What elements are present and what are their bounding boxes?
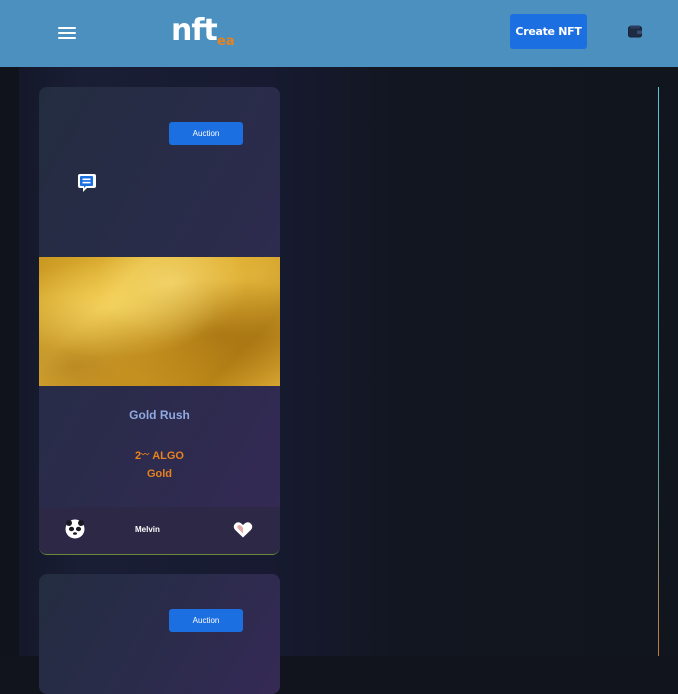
nft-type: Gold: [146, 468, 173, 480]
nft-title[interactable]: Gold Rush: [39, 408, 280, 422]
logo-subtext: ea: [217, 34, 235, 49]
owner-name[interactable]: Melvin: [135, 525, 160, 534]
hamburger-menu-icon[interactable]: [58, 26, 78, 40]
app-header: nft ea Create NFT: [0, 0, 678, 67]
chat-bubble-icon[interactable]: [76, 172, 98, 194]
logo-text: nft: [171, 13, 218, 48]
price-currency: ALGO: [152, 450, 184, 462]
left-gutter: [0, 67, 19, 656]
create-nft-button[interactable]: Create NFT: [510, 14, 587, 49]
card-footer: Melvin: [39, 507, 280, 554]
nft-price: 2〰 ALGO Gold: [39, 446, 280, 483]
auction-badge[interactable]: Auction: [169, 122, 243, 145]
nft-image[interactable]: [39, 257, 280, 386]
nft-card[interactable]: Auction Gold Rush 2〰 ALGO Gold Melvin: [39, 87, 280, 555]
scroll-divider: [658, 87, 659, 656]
nft-card[interactable]: Auction: [39, 574, 280, 694]
logo[interactable]: nft ea: [171, 12, 251, 52]
wallet-icon[interactable]: [628, 25, 643, 38]
auction-badge[interactable]: Auction: [169, 609, 243, 632]
heart-icon[interactable]: [233, 521, 253, 539]
panda-avatar-icon[interactable]: [65, 519, 85, 539]
algo-icon: 〰: [141, 450, 150, 459]
